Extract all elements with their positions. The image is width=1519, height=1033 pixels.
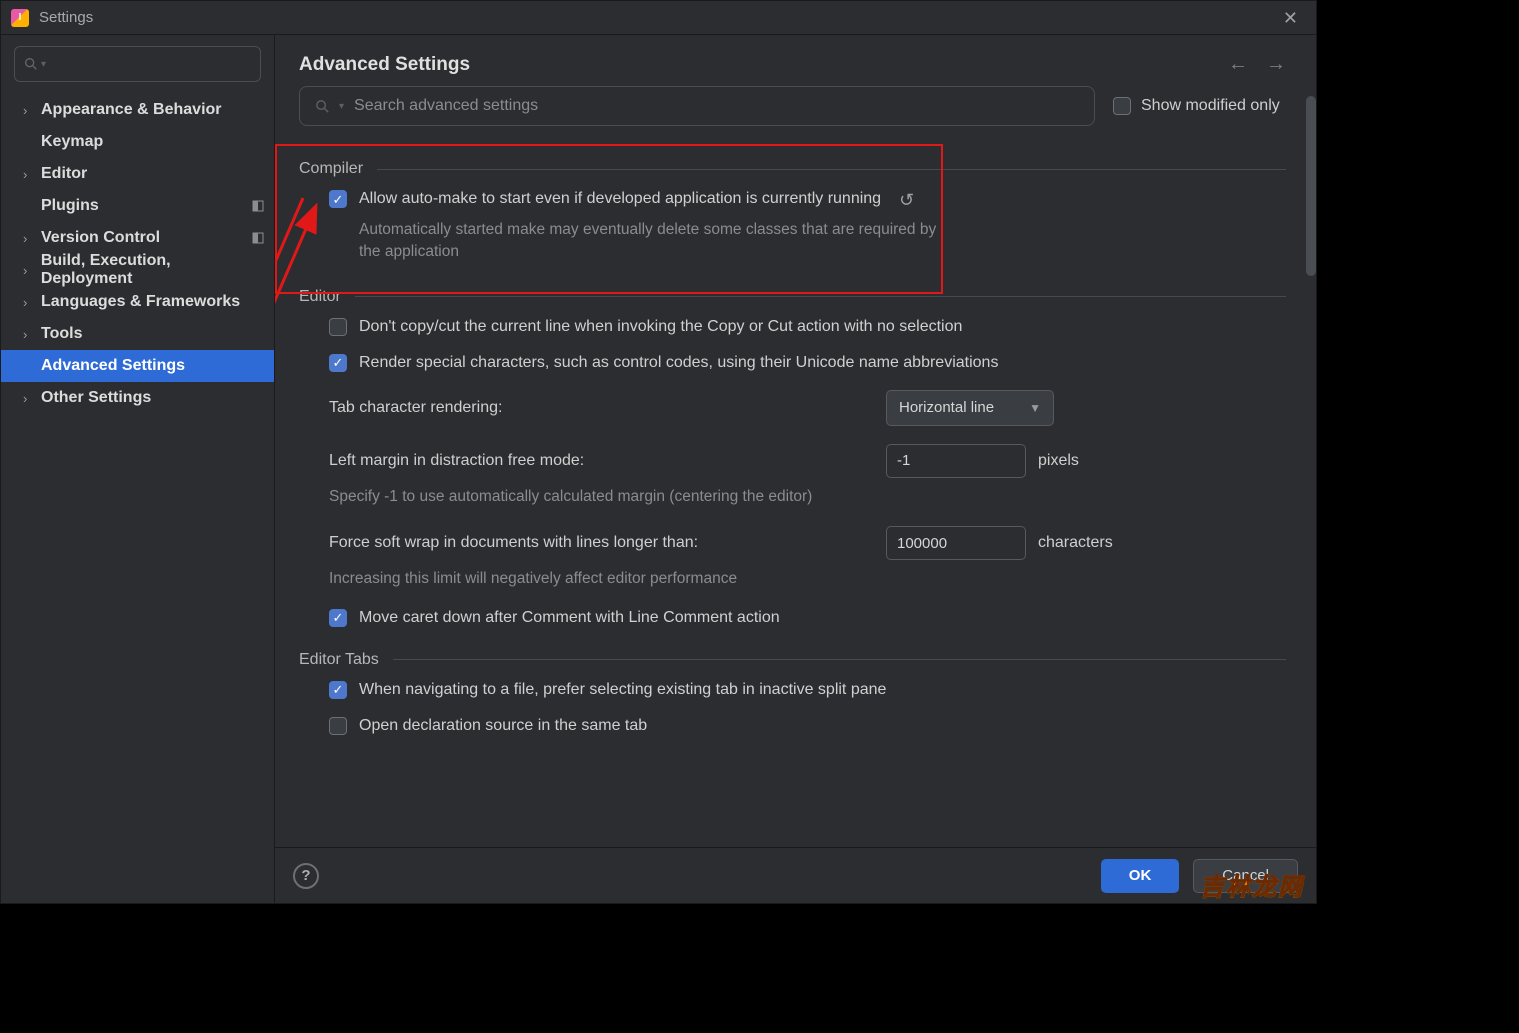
help-button[interactable]: ? [293,863,319,889]
soft-wrap-desc: Increasing this limit will negatively af… [329,568,929,590]
scrollbar-thumb[interactable] [1306,96,1316,276]
nav-back-icon[interactable]: ← [1228,53,1248,76]
sidebar-item-languages[interactable]: ›Languages & Frameworks [1,286,274,318]
left-margin-suffix: pixels [1038,452,1079,470]
auto-make-label: Allow auto-make to start even if develop… [359,190,881,208]
section-editor: Editor Don't copy/cut the current line w… [299,288,1286,627]
render-special-label: Render special characters, such as contr… [359,354,998,372]
scope-icon [252,200,264,212]
sidebar-item-version-control[interactable]: ›Version Control [1,222,274,254]
auto-make-desc: Automatically started make may eventuall… [359,219,959,264]
ok-button[interactable]: OK [1101,859,1180,893]
soft-wrap-suffix: characters [1038,534,1113,552]
section-editor-tabs: Editor Tabs When navigating to a file, p… [299,651,1286,735]
main-panel: Advanced Settings ← → ▾ Search advanced … [275,35,1316,903]
checkbox-icon [1113,97,1131,115]
dont-copy-label: Don't copy/cut the current line when inv… [359,318,962,336]
sidebar-search-input[interactable]: ▾ [14,46,261,82]
sidebar: ▾ ›Appearance & Behavior Keymap ›Editor … [1,35,275,903]
sidebar-item-tools[interactable]: ›Tools [1,318,274,350]
soft-wrap-label: Force soft wrap in documents with lines … [329,534,698,552]
reset-icon[interactable]: ↺ [899,190,914,211]
nav-forward-icon[interactable]: → [1266,53,1286,76]
auto-make-checkbox[interactable] [329,190,347,208]
close-icon[interactable]: ✕ [1275,5,1306,31]
settings-tree: ›Appearance & Behavior Keymap ›Editor Pl… [1,92,274,414]
render-special-checkbox[interactable] [329,354,347,372]
titlebar: Settings ✕ [1,1,1316,35]
scope-icon [252,232,264,244]
sidebar-item-appearance[interactable]: ›Appearance & Behavior [1,94,274,126]
sidebar-item-plugins[interactable]: Plugins [1,190,274,222]
left-margin-label: Left margin in distraction free mode: [329,452,584,470]
section-title: Compiler [299,160,363,178]
section-compiler: Compiler Allow auto-make to start even i… [299,160,1286,264]
settings-window: Settings ✕ ▾ ›Appearance & Behavior Keym… [0,0,1317,904]
window-body: ▾ ›Appearance & Behavior Keymap ›Editor … [1,35,1316,903]
footer: ? OK Cancel 吉林龙网 [275,847,1316,903]
toolbar: ▾ Search advanced settings Show modified… [275,86,1316,130]
sidebar-item-other-settings[interactable]: ›Other Settings [1,382,274,414]
sidebar-item-keymap[interactable]: Keymap [1,126,274,158]
show-modified-label: Show modified only [1141,97,1280,115]
tab-rendering-label: Tab character rendering: [329,399,502,417]
left-margin-desc: Specify -1 to use automatically calculat… [329,486,929,508]
prefer-existing-label: When navigating to a file, prefer select… [359,681,886,699]
page-title: Advanced Settings [299,54,470,76]
section-title: Editor [299,288,341,306]
app-logo-icon [11,9,29,27]
content-scroll[interactable]: Compiler Allow auto-make to start even i… [275,130,1316,847]
search-icon [23,56,39,72]
sidebar-item-build[interactable]: ›Build, Execution, Deployment [1,254,274,286]
sidebar-item-editor[interactable]: ›Editor [1,158,274,190]
search-dropdown-icon: ▾ [339,101,344,112]
advanced-search-input[interactable]: ▾ Search advanced settings [299,86,1095,126]
chevron-down-icon: ▼ [1029,401,1041,415]
open-decl-label: Open declaration source in the same tab [359,717,647,735]
main-header: Advanced Settings ← → [275,35,1316,86]
move-caret-label: Move caret down after Comment with Line … [359,609,780,627]
open-decl-checkbox[interactable] [329,717,347,735]
search-icon [314,98,331,115]
sidebar-item-advanced-settings[interactable]: Advanced Settings [1,350,274,382]
cancel-button[interactable]: Cancel [1193,859,1298,893]
show-modified-only-checkbox[interactable]: Show modified only [1113,97,1280,115]
prefer-existing-checkbox[interactable] [329,681,347,699]
search-dropdown-icon: ▾ [41,59,46,70]
soft-wrap-input[interactable] [886,526,1026,560]
tab-rendering-select[interactable]: Horizontal line ▼ [886,390,1054,426]
window-title: Settings [39,9,93,26]
dont-copy-checkbox[interactable] [329,318,347,336]
move-caret-checkbox[interactable] [329,609,347,627]
search-placeholder: Search advanced settings [354,97,538,115]
left-margin-input[interactable] [886,444,1026,478]
section-title: Editor Tabs [299,651,379,669]
